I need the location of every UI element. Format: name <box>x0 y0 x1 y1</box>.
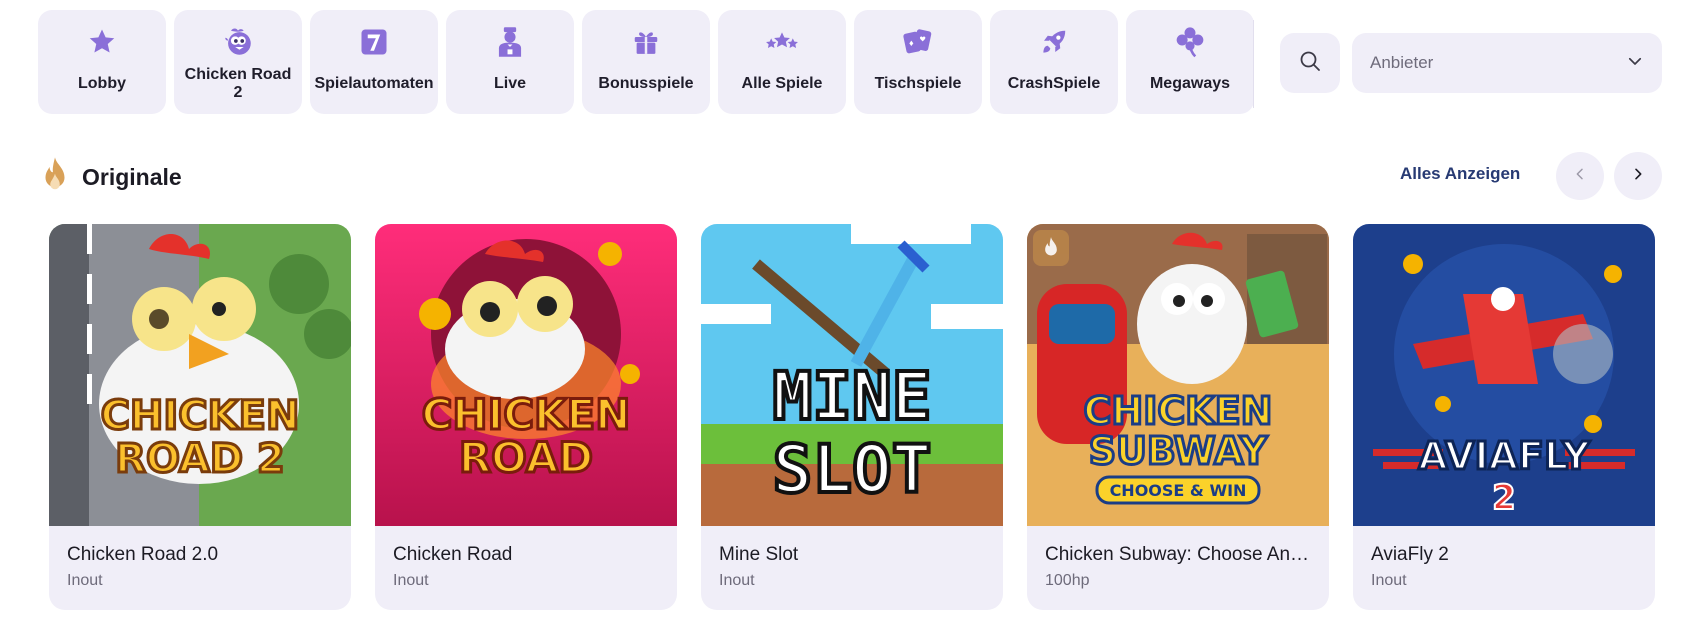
flame-icon <box>1041 236 1061 260</box>
chevron-left-icon <box>1572 166 1588 187</box>
category-label: Spielautomaten <box>314 74 434 92</box>
seven-icon <box>356 24 392 60</box>
game-art-text-line: SLOT <box>773 431 932 508</box>
provider-select-placeholder: Anbieter <box>1370 53 1434 72</box>
category-label: Lobby <box>78 74 126 92</box>
search-button[interactable] <box>1280 33 1340 93</box>
category-all-games[interactable]: Alle Spiele <box>718 10 846 114</box>
provider-select[interactable]: Anbieter <box>1352 33 1662 93</box>
game-art-text-line: CHOOSE & WIN <box>1110 481 1247 500</box>
game-card[interactable]: CHICKEN SUBWAY CHOOSE & WIN Chicken Subw… <box>1027 224 1329 610</box>
category-label: Bonusspiele <box>598 74 694 92</box>
game-title: Chicken Subway: Choose And Win <box>1045 544 1311 565</box>
hot-badge <box>1033 230 1069 266</box>
star-icon <box>84 24 120 60</box>
gift-icon <box>628 24 664 60</box>
game-card[interactable]: CHICKEN ROAD 2 Chicken Road 2.0 Inout <box>49 224 351 610</box>
category-megaways[interactable]: Megaways <box>1126 10 1254 114</box>
game-thumbnail: CHICKEN ROAD <box>375 224 677 526</box>
chicken-icon <box>220 24 256 60</box>
carousel-next-button[interactable] <box>1614 152 1662 200</box>
category-table-games[interactable]: Tischspiele <box>854 10 982 114</box>
chevron-right-icon <box>1630 166 1646 187</box>
game-provider: Inout <box>1371 572 1407 589</box>
category-bar: Lobby Chicken Road 2 Spielautomaten Live… <box>38 10 1254 114</box>
game-art-text-line: CHICKEN <box>422 390 631 439</box>
chevron-down-icon <box>1626 52 1644 75</box>
game-art-text-line: CHICKEN <box>1084 389 1273 433</box>
game-thumbnail: MINE SLOT <box>701 224 1003 526</box>
casino-page: Lobby Chicken Road 2 Spielautomaten Live… <box>0 0 1699 631</box>
game-art-text-line: CHICKEN <box>101 393 300 439</box>
game-thumbnail: AVIAFLY 2 <box>1353 224 1655 526</box>
game-card[interactable]: AVIAFLY 2 AviaFly 2 Inout <box>1353 224 1655 610</box>
category-label: Megaways <box>1149 74 1231 92</box>
category-bonus-games[interactable]: Bonusspiele <box>582 10 710 114</box>
game-title: AviaFly 2 <box>1371 544 1449 565</box>
game-provider: Inout <box>393 572 429 589</box>
game-title: Mine Slot <box>719 544 799 565</box>
category-label: CrashSpiele <box>1007 74 1101 92</box>
game-provider: 100hp <box>1045 572 1090 589</box>
category-label: Alle Spiele <box>741 74 823 92</box>
category-divider <box>1253 20 1254 108</box>
game-provider: Inout <box>67 572 103 589</box>
game-art-text-line: SUBWAY <box>1089 429 1268 473</box>
game-provider: Inout <box>719 572 755 589</box>
category-label: Tischspiele <box>874 74 962 92</box>
game-art-text-line: 2 <box>1492 478 1516 518</box>
game-art-text-line: ROAD 2 <box>115 436 285 482</box>
flame-icon <box>38 156 72 199</box>
search-icon <box>1298 49 1322 78</box>
clover-icon <box>1172 24 1208 60</box>
cards-icon <box>900 24 936 60</box>
game-card[interactable]: CHICKEN ROAD Chicken Road Inout <box>375 224 677 610</box>
game-thumbnail: CHICKEN ROAD 2 <box>49 224 351 526</box>
category-crash-games[interactable]: CrashSpiele <box>990 10 1118 114</box>
show-all-link[interactable]: Alles Anzeigen <box>1400 164 1520 184</box>
game-art-text-line: AVIAFLY <box>1418 434 1590 478</box>
category-chicken-road-2[interactable]: Chicken Road 2 <box>174 10 302 114</box>
rocket-icon <box>1036 24 1072 60</box>
game-title: Chicken Road <box>393 544 513 565</box>
carousel-prev-button[interactable] <box>1556 152 1604 200</box>
stars-icon <box>764 24 800 60</box>
game-title: Chicken Road 2.0 <box>67 544 219 565</box>
section-title: Originale <box>82 164 182 190</box>
category-slots[interactable]: Spielautomaten <box>310 10 438 114</box>
game-card[interactable]: MINE SLOT Mine Slot Inout <box>701 224 1003 610</box>
game-art-text-line: MINE <box>773 358 932 435</box>
game-thumbnail: CHICKEN SUBWAY CHOOSE & WIN <box>1027 224 1329 526</box>
category-label: Live <box>493 74 526 92</box>
game-carousel: CHICKEN ROAD 2 Chicken Road 2.0 Inout CH… <box>49 224 1655 610</box>
category-lobby[interactable]: Lobby <box>38 10 166 114</box>
game-art-text-line: ROAD <box>459 433 593 482</box>
section-header: Originale <box>38 156 182 199</box>
dealer-icon <box>492 24 528 60</box>
category-live[interactable]: Live <box>446 10 574 114</box>
category-label: Chicken Road 2 <box>184 65 292 101</box>
